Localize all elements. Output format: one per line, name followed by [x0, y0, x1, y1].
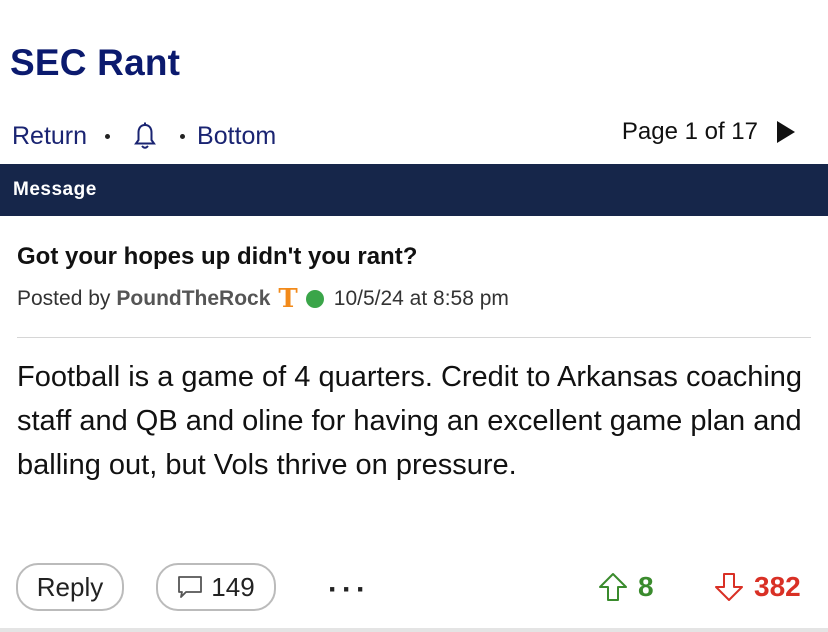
- comment-icon: [178, 576, 203, 598]
- page-indicator: Page 1 of 17: [621, 118, 758, 145]
- upvote-arrow-icon: [599, 573, 627, 601]
- more-options-button[interactable]: ···: [328, 573, 370, 607]
- tennessee-logo-icon: T: [278, 284, 298, 314]
- message-header-label: Message: [13, 179, 97, 200]
- author-link[interactable]: PoundTheRock: [116, 287, 270, 311]
- posted-by-label: Posted by: [17, 287, 111, 310]
- reply-button[interactable]: Reply: [16, 563, 124, 611]
- downvote-button[interactable]: 382: [714, 571, 801, 603]
- bottom-divider: [0, 628, 828, 632]
- pager: Page 1 of 17: [622, 118, 796, 146]
- separator-dot: [180, 133, 186, 139]
- upvote-button[interactable]: 8: [598, 571, 654, 603]
- return-link[interactable]: Return: [12, 122, 87, 151]
- post-body: Football is a game of 4 quarters. Credit…: [17, 361, 803, 481]
- downvote-count: 382: [754, 571, 801, 602]
- reply-button-label: Reply: [36, 571, 104, 602]
- post-meta: Posted by PoundTheRock T 10/5/24 at 8:58…: [17, 286, 509, 312]
- post-actions: Reply 149 ··· 8 382: [16, 563, 828, 611]
- bottom-link[interactable]: Bottom: [197, 122, 276, 151]
- separator-dot: [105, 133, 111, 139]
- divider: [17, 337, 811, 338]
- post-subject: Got your hopes up didn't you rant?: [17, 243, 418, 270]
- bell-icon[interactable]: [134, 122, 156, 150]
- reply-count: 149: [211, 571, 255, 602]
- forum-title: SEC Rant: [10, 42, 181, 83]
- upvote-count: 8: [638, 571, 654, 602]
- thread-nav: Return Bottom Page 1 of 17: [12, 118, 828, 154]
- downvote-arrow-icon: [715, 573, 743, 601]
- next-page-arrow-icon[interactable]: [776, 120, 796, 144]
- message-header-bar: Message: [0, 164, 828, 216]
- post-timestamp: 10/5/24 at 8:58 pm: [333, 287, 509, 310]
- replies-button[interactable]: 149: [156, 563, 276, 611]
- online-status-icon: [305, 290, 324, 308]
